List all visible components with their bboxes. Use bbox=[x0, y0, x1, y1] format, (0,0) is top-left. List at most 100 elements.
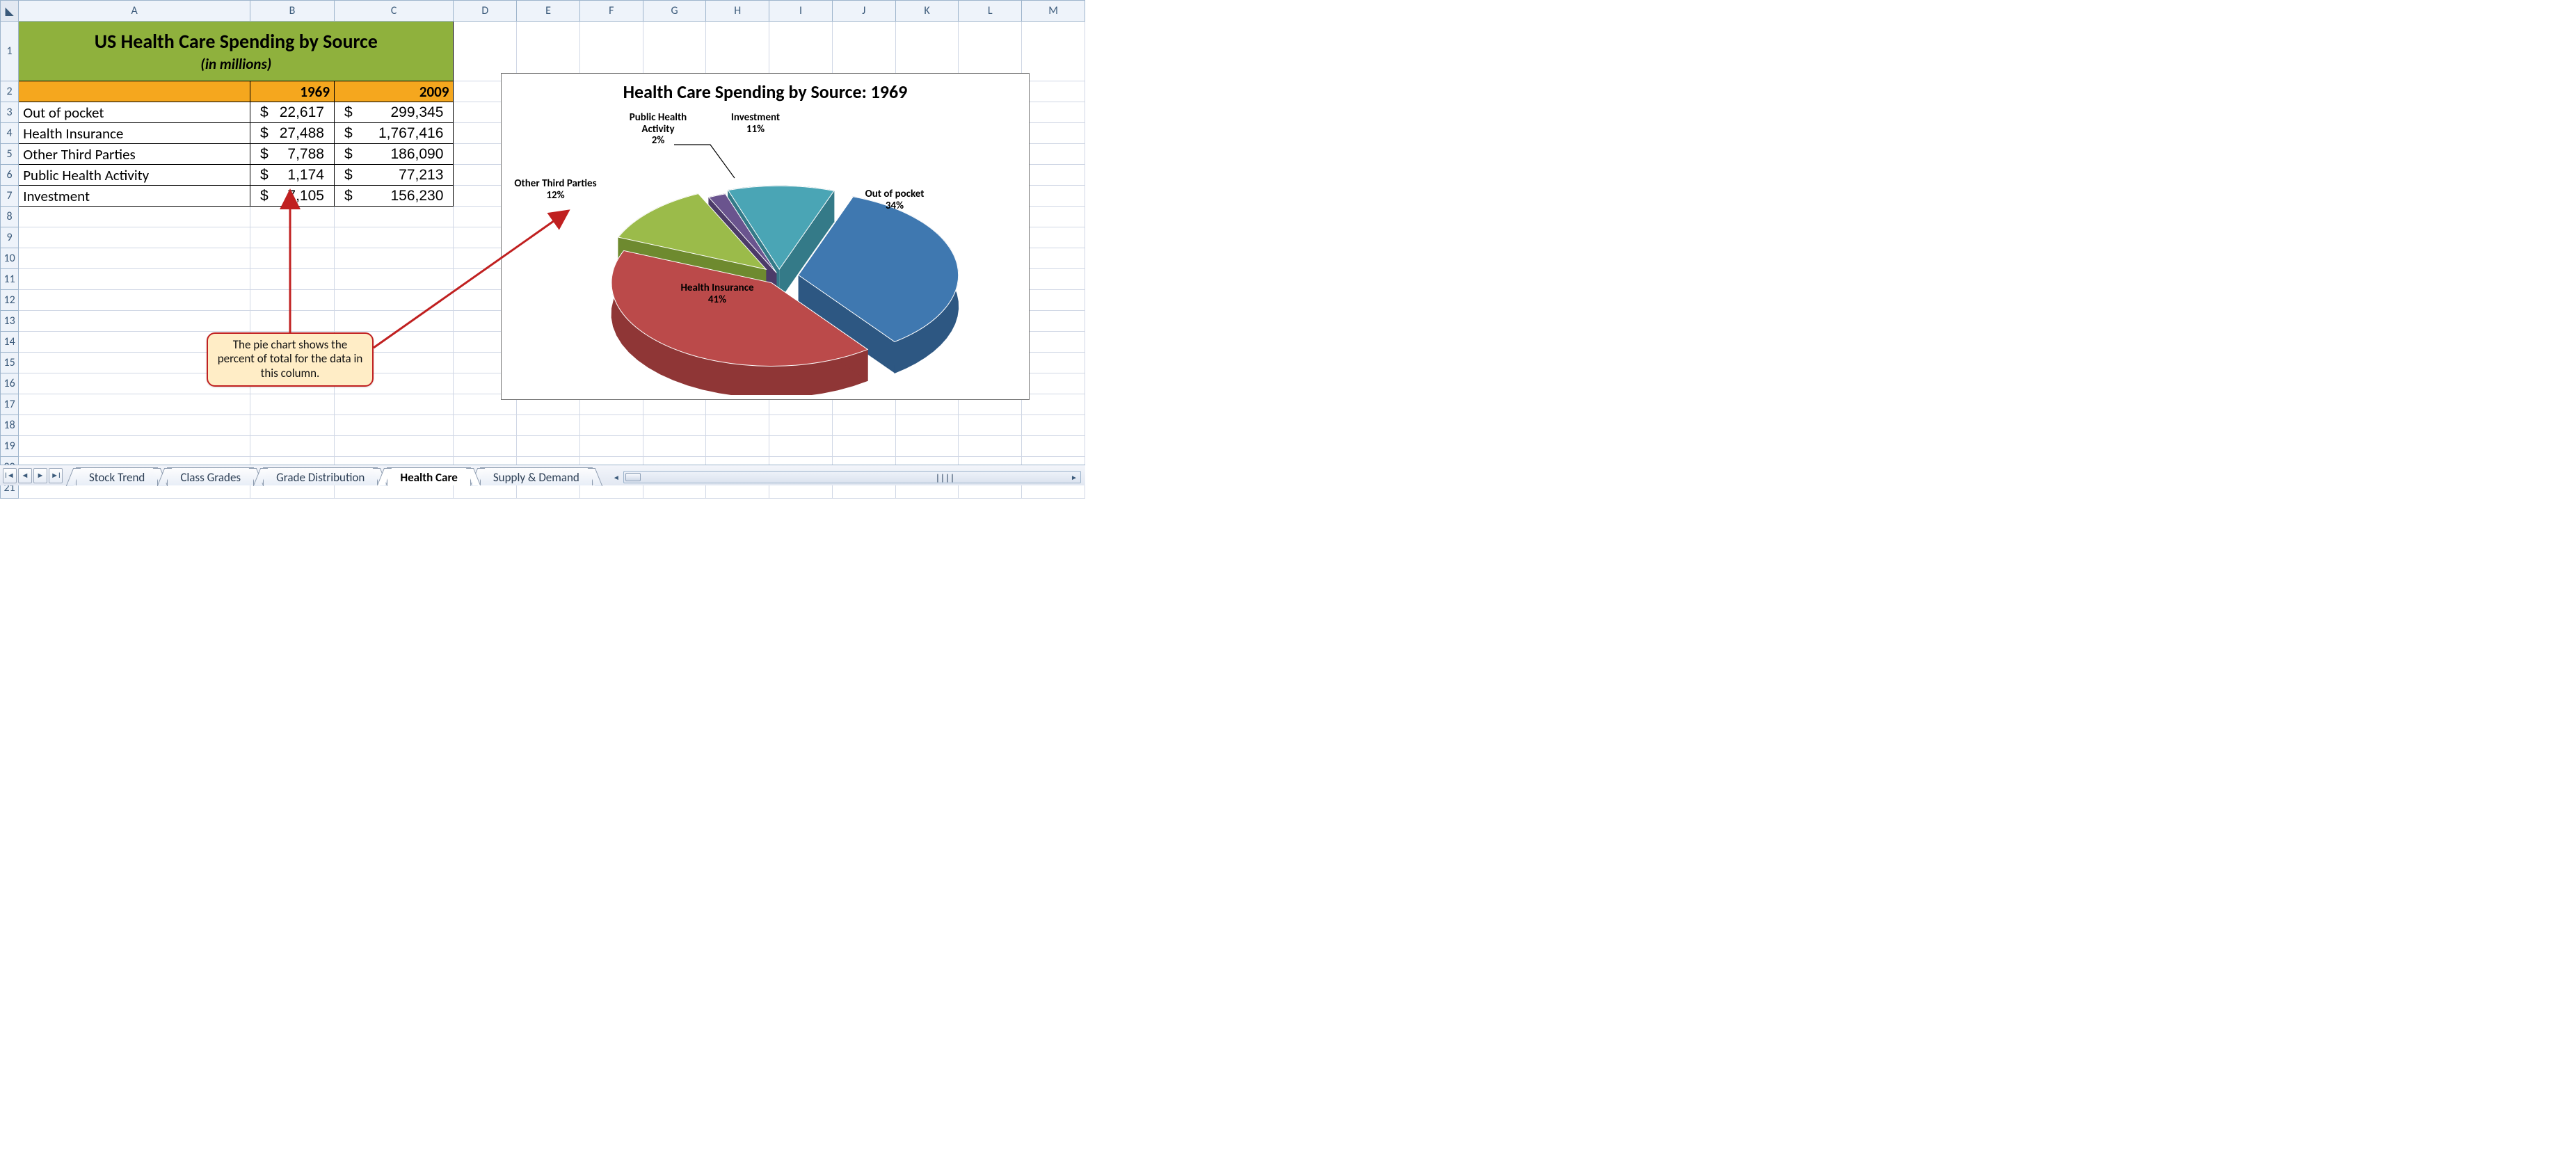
row-header[interactable]: 1 bbox=[1, 22, 19, 81]
cell[interactable] bbox=[454, 415, 517, 436]
col-header[interactable]: C bbox=[334, 1, 453, 22]
row-header[interactable]: 18 bbox=[1, 415, 19, 436]
value-2009[interactable]: $186,090 bbox=[334, 144, 453, 165]
cell[interactable] bbox=[250, 311, 334, 332]
cell[interactable] bbox=[1022, 311, 1085, 332]
sheet-tab[interactable]: Supply & Demand bbox=[480, 467, 593, 485]
row-header[interactable]: 11 bbox=[1, 269, 19, 290]
cell[interactable] bbox=[250, 207, 334, 227]
grid-row[interactable]: 18 bbox=[1, 415, 1085, 436]
cell[interactable] bbox=[1022, 227, 1085, 248]
cell[interactable] bbox=[19, 436, 250, 457]
value-1969[interactable]: $22,617 bbox=[250, 102, 334, 123]
sheet-tab[interactable]: Class Grades bbox=[167, 467, 254, 485]
table-title-cell[interactable]: US Health Care Spending by Source(in mil… bbox=[19, 22, 454, 81]
cell[interactable] bbox=[1022, 436, 1085, 457]
col-header[interactable]: I bbox=[769, 1, 833, 22]
cell[interactable] bbox=[1022, 269, 1085, 290]
column-header-row[interactable]: ◣ A B C D E F G H I J K L M bbox=[1, 1, 1085, 22]
cell[interactable] bbox=[895, 436, 959, 457]
cell[interactable] bbox=[517, 436, 580, 457]
cell[interactable] bbox=[19, 290, 250, 311]
cell[interactable] bbox=[1022, 165, 1085, 186]
row-header[interactable]: 4 bbox=[1, 123, 19, 144]
scroll-left-button[interactable]: ◄ bbox=[611, 472, 621, 482]
cell[interactable] bbox=[895, 22, 959, 81]
cell[interactable] bbox=[250, 394, 334, 415]
row-header[interactable]: 16 bbox=[1, 373, 19, 394]
cell-a2[interactable] bbox=[19, 81, 250, 102]
tab-nav-first[interactable]: I◄ bbox=[3, 468, 17, 483]
cell[interactable] bbox=[895, 415, 959, 436]
cell[interactable] bbox=[334, 269, 453, 290]
row-header[interactable]: 3 bbox=[1, 102, 19, 123]
cell[interactable] bbox=[959, 436, 1022, 457]
cell[interactable] bbox=[1022, 332, 1085, 353]
cell[interactable] bbox=[832, 436, 895, 457]
category-label[interactable]: Investment bbox=[19, 186, 250, 207]
cell[interactable] bbox=[454, 22, 517, 81]
cell[interactable] bbox=[1022, 415, 1085, 436]
pie-chart[interactable]: Health Care Spending by Source: 1969 Out… bbox=[501, 73, 1030, 400]
row-header[interactable]: 13 bbox=[1, 311, 19, 332]
row-header[interactable]: 9 bbox=[1, 227, 19, 248]
cell[interactable] bbox=[19, 227, 250, 248]
row-header[interactable]: 14 bbox=[1, 332, 19, 353]
cell[interactable] bbox=[959, 22, 1022, 81]
cell[interactable] bbox=[579, 415, 643, 436]
cell[interactable] bbox=[334, 311, 453, 332]
cell[interactable] bbox=[334, 415, 453, 436]
sheet-tab[interactable]: Health Care bbox=[387, 467, 471, 485]
cell[interactable] bbox=[334, 436, 453, 457]
cell[interactable] bbox=[706, 22, 769, 81]
cell[interactable] bbox=[706, 415, 769, 436]
year1-header[interactable]: 1969 bbox=[250, 81, 334, 102]
year2-header[interactable]: 2009 bbox=[334, 81, 453, 102]
col-header[interactable]: G bbox=[643, 1, 706, 22]
row-header[interactable]: 7 bbox=[1, 186, 19, 207]
category-label[interactable]: Out of pocket bbox=[19, 102, 250, 123]
cell[interactable] bbox=[1022, 290, 1085, 311]
cell[interactable] bbox=[769, 415, 833, 436]
cell[interactable] bbox=[769, 22, 833, 81]
value-2009[interactable]: $1,767,416 bbox=[334, 123, 453, 144]
cell[interactable] bbox=[19, 248, 250, 269]
grid-row[interactable]: 19 bbox=[1, 436, 1085, 457]
col-header[interactable]: D bbox=[454, 1, 517, 22]
cell[interactable] bbox=[250, 269, 334, 290]
cell[interactable] bbox=[1022, 394, 1085, 415]
col-header[interactable]: B bbox=[250, 1, 334, 22]
cell[interactable] bbox=[334, 248, 453, 269]
cell[interactable] bbox=[250, 248, 334, 269]
cell[interactable] bbox=[19, 415, 250, 436]
row-header[interactable]: 19 bbox=[1, 436, 19, 457]
cell[interactable] bbox=[250, 290, 334, 311]
row-header[interactable]: 15 bbox=[1, 353, 19, 373]
cell[interactable] bbox=[334, 394, 453, 415]
cell[interactable] bbox=[1022, 81, 1085, 102]
row-header[interactable]: 12 bbox=[1, 290, 19, 311]
cell[interactable] bbox=[643, 22, 706, 81]
cell[interactable] bbox=[454, 436, 517, 457]
value-2009[interactable]: $156,230 bbox=[334, 186, 453, 207]
cell[interactable] bbox=[832, 415, 895, 436]
category-label[interactable]: Other Third Parties bbox=[19, 144, 250, 165]
cell[interactable] bbox=[250, 415, 334, 436]
cell[interactable] bbox=[1022, 102, 1085, 123]
row-header[interactable]: 8 bbox=[1, 207, 19, 227]
cell[interactable] bbox=[579, 22, 643, 81]
cell[interactable] bbox=[334, 290, 453, 311]
cell[interactable] bbox=[517, 415, 580, 436]
col-header[interactable]: F bbox=[579, 1, 643, 22]
value-2009[interactable]: $299,345 bbox=[334, 102, 453, 123]
value-1969[interactable]: $7,105 bbox=[250, 186, 334, 207]
col-header[interactable]: M bbox=[1022, 1, 1085, 22]
cell[interactable] bbox=[334, 227, 453, 248]
col-header[interactable]: A bbox=[19, 1, 250, 22]
value-1969[interactable]: $1,174 bbox=[250, 165, 334, 186]
row-header[interactable]: 6 bbox=[1, 165, 19, 186]
cell[interactable] bbox=[19, 311, 250, 332]
row-header[interactable]: 5 bbox=[1, 144, 19, 165]
row-header[interactable]: 10 bbox=[1, 248, 19, 269]
scroll-thumb[interactable] bbox=[625, 473, 641, 481]
